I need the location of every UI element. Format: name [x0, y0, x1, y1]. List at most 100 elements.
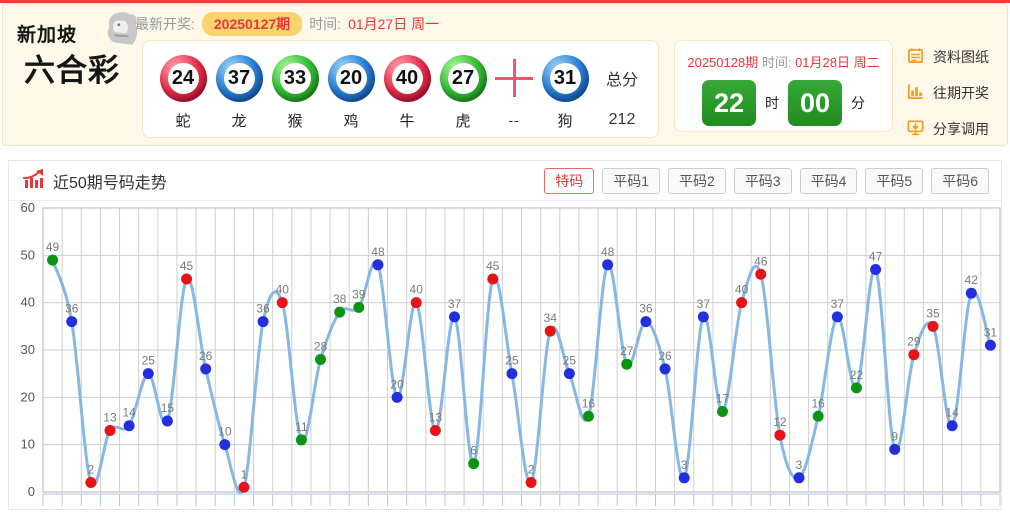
svg-text:26: 26	[658, 349, 672, 363]
svg-text:47: 47	[869, 250, 883, 264]
svg-text:34: 34	[544, 311, 558, 325]
trend-panel: 近50期号码走势 特码 平码1 平码2 平码3 平码4 平码5 平码6 0 10 2…	[8, 160, 1002, 510]
svg-text:13: 13	[429, 410, 443, 424]
svg-text:46: 46	[754, 254, 768, 268]
svg-text:14: 14	[122, 406, 136, 420]
latest-draw-label: 最新开奖:	[135, 16, 195, 32]
latest-issue-badge: 20250127期	[201, 12, 303, 36]
svg-text:37: 37	[448, 297, 462, 311]
svg-text:35: 35	[926, 306, 940, 320]
svg-text:48: 48	[601, 245, 615, 259]
svg-text:28: 28	[314, 339, 328, 353]
plus-sub-label: --	[508, 112, 520, 128]
result-ball-col: 37 龙	[211, 48, 267, 132]
result-ball-col: 20 鸡	[323, 48, 379, 132]
tab-normal-number-3[interactable]: 平码3	[733, 167, 792, 194]
ball-number: 20	[335, 62, 367, 94]
special-separator: --	[491, 48, 537, 132]
tab-special-number[interactable]: 特码	[544, 167, 595, 194]
tab-normal-number-6[interactable]: 平码6	[931, 167, 989, 194]
ball-zodiac: 龙	[231, 112, 247, 130]
trend-title: 近50期号码走势	[53, 174, 167, 192]
result-ball-col: 40 牛	[379, 48, 435, 132]
svg-text:45: 45	[486, 259, 500, 273]
tab-normal-number-2[interactable]: 平码2	[668, 167, 726, 194]
tab-normal-number-5[interactable]: 平码5	[865, 167, 924, 194]
link-share-embed[interactable]: 分享调用	[906, 118, 989, 140]
link-label: 资料图纸	[933, 49, 989, 65]
ball-number: 37	[223, 62, 255, 94]
next-draw-time-label: 时间:	[761, 55, 792, 70]
ball-zodiac: 猴	[287, 112, 303, 130]
ball-zodiac: 鸡	[343, 112, 359, 130]
special-ball-col: 31 狗	[537, 48, 593, 132]
countdown-minutes-unit: 分	[851, 95, 865, 111]
svg-text:13: 13	[103, 410, 117, 424]
quick-links: 资料图纸 往期开奖 分享调用	[906, 46, 989, 140]
svg-text:2: 2	[88, 463, 95, 477]
result-ball-col: 27 虎	[435, 48, 491, 132]
tab-normal-number-1[interactable]: 平码1	[602, 167, 661, 194]
svg-text:22: 22	[850, 368, 864, 382]
svg-text:26: 26	[199, 349, 213, 363]
svg-text:25: 25	[505, 354, 519, 368]
svg-text:36: 36	[639, 302, 653, 316]
lottery-ball: 31	[541, 54, 589, 102]
svg-text:15: 15	[161, 401, 175, 415]
link-label: 分享调用	[933, 121, 989, 137]
svg-text:20: 20	[390, 377, 404, 391]
link-data-charts[interactable]: 资料图纸	[906, 46, 989, 68]
lottery-ball: 20	[327, 54, 375, 102]
svg-text:31: 31	[984, 325, 998, 339]
svg-text:2: 2	[528, 463, 535, 477]
ball-number: 31	[549, 62, 581, 94]
svg-text:60: 60	[21, 201, 35, 215]
svg-text:25: 25	[142, 354, 156, 368]
next-draw-issue: 20250128期	[687, 55, 759, 70]
svg-text:42: 42	[965, 273, 979, 287]
trend-panel-header: 近50期号码走势 特码 平码1 平码2 平码3 平码4 平码5 平码6	[9, 161, 1001, 201]
site-logo[interactable]: 新加坡 六合彩	[17, 12, 139, 100]
ball-number: 24	[167, 62, 199, 94]
lottery-ball: 40	[383, 54, 431, 102]
svg-text:49: 49	[46, 240, 60, 254]
latest-time-label: 时间:	[309, 16, 342, 32]
svg-text:36: 36	[256, 302, 270, 316]
next-draw-date: 01月28日 周二	[795, 55, 880, 70]
svg-text:3: 3	[681, 458, 688, 472]
total-score-value: 212	[608, 111, 636, 128]
lottery-ball: 33	[271, 54, 319, 102]
ball-number: 33	[279, 62, 311, 94]
document-icon	[906, 46, 925, 68]
ball-zodiac: 狗	[557, 112, 573, 130]
lottery-ball: 37	[215, 54, 263, 102]
svg-text:3: 3	[796, 458, 803, 472]
ball-number: 40	[391, 62, 423, 94]
svg-text:40: 40	[410, 283, 424, 297]
svg-text:25: 25	[563, 354, 577, 368]
svg-text:40: 40	[21, 295, 35, 310]
svg-text:48: 48	[371, 245, 385, 259]
countdown-minutes: 00	[788, 80, 842, 126]
latest-draw-info: 最新开奖: 20250127期 时间: 01月27日 周一	[135, 12, 440, 36]
svg-text:39: 39	[352, 287, 366, 301]
svg-text:6: 6	[470, 444, 477, 458]
result-ball-col: 24 蛇	[155, 48, 211, 132]
lottery-ball: 24	[159, 54, 207, 102]
ball-zodiac: 牛	[399, 112, 415, 130]
tab-normal-number-4[interactable]: 平码4	[799, 167, 858, 194]
share-icon	[906, 118, 925, 140]
link-label: 往期开奖	[933, 85, 989, 101]
svg-text:16: 16	[811, 396, 825, 410]
result-ball-col: 33 猴	[267, 48, 323, 132]
svg-text:37: 37	[697, 297, 711, 311]
trend-icon	[21, 168, 45, 194]
svg-text:14: 14	[945, 406, 959, 420]
svg-text:27: 27	[620, 344, 634, 358]
ball-zodiac: 虎	[455, 112, 471, 130]
link-past-draws[interactable]: 往期开奖	[906, 82, 989, 104]
svg-text:11: 11	[295, 420, 308, 434]
plus-icon	[495, 59, 533, 97]
latest-time-value: 01月27日 周一	[348, 16, 440, 32]
total-score-col: 总分 212	[596, 48, 648, 132]
